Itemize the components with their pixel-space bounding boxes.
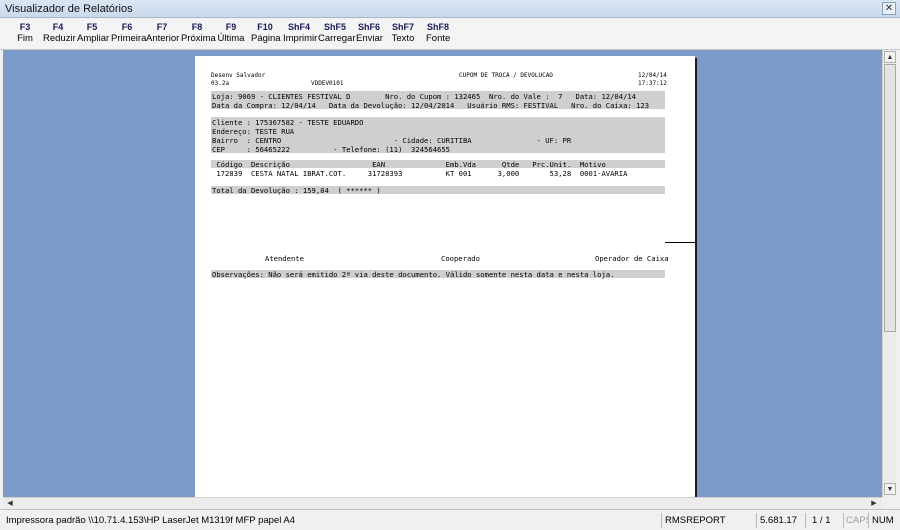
status-separator [868,513,869,528]
vertical-scrollbar[interactable]: ▲ ▼ [882,50,896,497]
sig-operador: Operador de Caixa [595,254,669,263]
status-pages: 1 / 1 [812,515,831,526]
observacoes-line: Observações: Não será emitido 2ª via des… [212,270,615,279]
scroll-down-icon[interactable]: ▼ [884,483,896,495]
item-row: 172839 CESTA NATAL IBRAT.COT. 31728393 K… [212,169,628,178]
fim-button[interactable]: F3 Fim [14,22,36,45]
anterior-key: F7 [156,22,168,32]
anterior-button[interactable]: F7 Anterior [146,22,180,45]
imprimir-button[interactable]: ShF4 Imprimir [283,22,318,45]
primeira-label: Primeira [111,33,147,44]
itens-header: Código Descrição EAN Emb.Vda Qtde Prc.Un… [212,160,606,169]
vertical-scroll-thumb[interactable] [884,64,896,332]
ultima-button[interactable]: F9 Última [217,22,245,45]
texto-button[interactable]: ShF7 Texto [391,22,415,45]
window-title: Visualizador de Relatórios [5,3,133,15]
statusbar: Impressora padrão \\10.71.4.153\HP Laser… [0,509,900,530]
pagina-button[interactable]: F10 Página [251,22,281,45]
carregar-key: ShF5 [323,22,346,32]
proxima-label: Próxima [181,33,216,44]
carregar-label: Carregar [318,33,356,44]
header-left2: 03.2a [211,80,230,87]
cep-line: CEP : 56465222 - Telefone: (11) 32456465… [212,145,450,154]
ultima-key: F9 [225,22,237,32]
report-page: Desenv Salvador 03.2a VDDEV0101 CUPOM DE… [195,56,695,497]
imprimir-key: ShF4 [287,22,310,32]
cliente-line: Cliente : 175367582 - TESTE EDUARDO [212,118,364,127]
reduzir-key: F4 [52,22,64,32]
header-left1: Desenv Salvador [211,72,266,79]
status-caps: CAPS [846,515,868,526]
report-title: CUPOM DE TROCA / DEVOLUCAO [459,72,553,79]
status-separator [661,513,662,528]
anterior-label: Anterior [146,33,180,44]
pagina-label: Página [251,33,281,44]
proxima-button[interactable]: F8 Próxima [181,22,216,45]
endereco-line: Endereço: TESTE RUA [212,127,295,136]
ampliar-label: Ampliar [77,33,110,44]
texto-label: Texto [391,33,415,44]
reduzir-label: Reduzir [43,33,76,44]
header-program: VDDEV0101 [311,80,344,87]
bairro-line: Bairro : CENTRO - Cidade: CURITIBA - UF:… [212,136,572,145]
status-version: 5.681.17 [760,515,797,526]
scroll-left-icon[interactable]: ◀ [5,498,15,509]
texto-key: ShF7 [391,22,414,32]
fonte-button[interactable]: ShF8 Fonte [426,22,450,45]
primeira-button[interactable]: F6 Primeira [111,22,147,45]
header-time: 17:37:12 [638,80,667,87]
total-line: Total da Devolução : 159,84 ( ****** ) [212,186,381,195]
status-separator [805,513,806,528]
status-separator [756,513,757,528]
ampliar-button[interactable]: F5 Ampliar [77,22,110,45]
ultima-label: Última [217,33,245,44]
scroll-up-icon[interactable]: ▲ [884,51,896,63]
reduzir-button[interactable]: F4 Reduzir [43,22,76,45]
primeira-key: F6 [121,22,133,32]
sig-cooperado: Cooperado [441,254,480,263]
scroll-right-icon[interactable]: ▶ [869,498,879,509]
cut-line [665,242,695,243]
fonte-label: Fonte [426,33,451,44]
enviar-button[interactable]: ShF6 Enviar [356,22,383,45]
carregar-button[interactable]: ShF5 Carregar [318,22,356,45]
close-icon[interactable]: ✕ [882,2,896,15]
status-separator [843,513,844,528]
fim-key: F3 [19,22,31,32]
status-printer: Impressora padrão \\10.71.4.153\HP Laser… [6,515,296,526]
horizontal-scrollbar[interactable]: ◀ ▶ [3,497,882,509]
header-date: 12/04/14 [638,72,667,79]
loja-line: Loja: 9069 - CLIENTES FESTIVAL D Nro. do… [212,92,637,101]
status-num: NUM [872,515,894,526]
imprimir-label: Imprimir [283,33,318,44]
enviar-key: ShF6 [357,22,380,32]
enviar-label: Enviar [356,33,383,44]
toolbar: F3 Fim F4 Reduzir F5 Ampliar F6 Primeira… [0,19,900,50]
fim-label: Fim [17,33,33,44]
proxima-key: F8 [191,22,203,32]
compra-line: Data da Compra: 12/04/14 Data da Devoluç… [212,101,650,110]
report-viewport[interactable]: Desenv Salvador 03.2a VDDEV0101 CUPOM DE… [3,50,882,497]
sig-atendente: Atendente [265,254,304,263]
status-report: RMSREPORT [665,515,726,526]
pagina-key: F10 [257,22,273,32]
fonte-key: ShF8 [426,22,449,32]
ampliar-key: F5 [86,22,98,32]
window-titlebar: Visualizador de Relatórios ✕ [0,0,900,18]
